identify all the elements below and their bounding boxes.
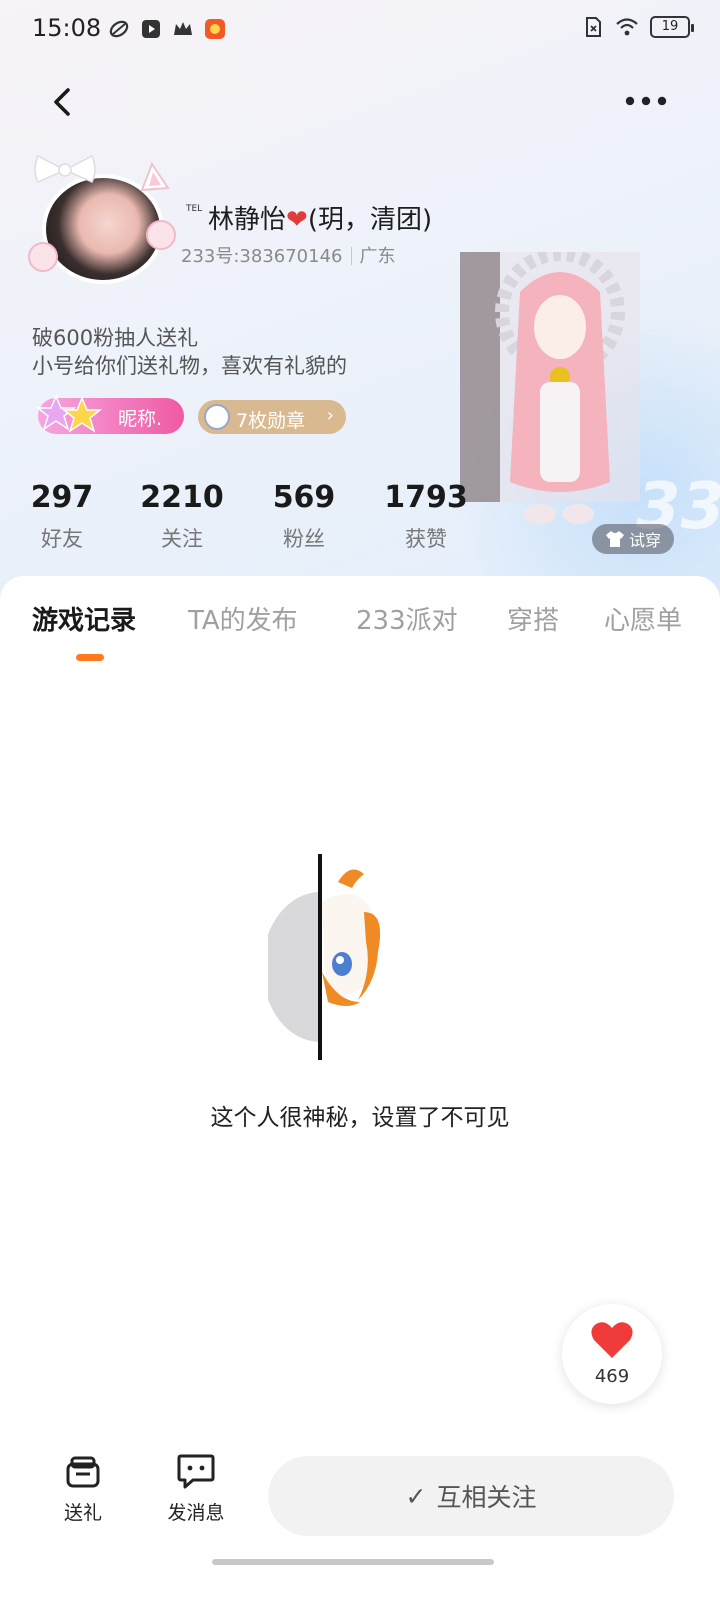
user-avatar[interactable] [28,150,178,290]
battery-icon: 19 [650,16,694,38]
gift-button[interactable]: 送礼 [52,1450,114,1525]
tab-outfits[interactable]: 穿搭 [507,600,559,637]
stat-label: 获赞 [405,527,447,551]
game-app-icon [205,19,225,39]
bio-line-1: 破600粉抽人送礼 [32,326,199,350]
peeking-character-illustration [268,854,381,1060]
stat-likes[interactable]: 1793 获赞 [376,480,476,553]
nickname-badge-label: 昵称. [118,408,163,430]
stat-friends[interactable]: 297 好友 [18,480,106,553]
medal-badge-label: 7枚勋章 [236,410,306,432]
status-notification-icons [108,18,226,40]
empty-state-message: 这个人很神秘，设置了不可见 [210,1105,510,1131]
stat-label: 关注 [161,527,203,551]
cat-ear-decoration-icon [140,161,170,192]
user-id[interactable]: 233号:383670146 [181,246,343,267]
tab-game-records[interactable]: 游戏记录 [32,600,136,637]
user-id-line: 233号:383670146 广东 [181,242,396,268]
try-on-button[interactable]: 试穿 [592,524,674,554]
more-options-icon[interactable] [622,88,670,114]
nickname-badge[interactable]: 昵称. [35,394,184,434]
id-divider [350,247,352,265]
crown-app-icon [174,22,192,35]
send-message-label: 发消息 [167,1502,225,1524]
stat-value: 569 [272,480,336,515]
stat-label: 粉丝 [283,527,325,551]
checkmark-icon: ✓ [405,1481,427,1511]
tel-badge: TEL [186,204,203,214]
medal-badge[interactable]: 7枚勋章 › [198,400,346,434]
stat-following[interactable]: 2210 关注 [134,480,230,553]
bottom-action-bar: 送礼 发消息 ✓ 互相关注 [0,1450,720,1570]
gift-label: 送礼 [63,1502,102,1524]
video-app-icon [142,20,160,38]
gift-icon [66,1456,100,1488]
profile-stats: 297 好友 2210 关注 569 粉丝 1793 获赞 [0,480,470,560]
send-message-button[interactable]: 发消息 [158,1450,234,1525]
stat-fans[interactable]: 569 粉丝 [258,480,350,553]
bow-decoration-icon [34,154,96,183]
like-count: 469 [594,1366,630,1387]
like-button[interactable]: 469 [562,1304,662,1404]
status-time: 15:08 [32,14,102,42]
nickname-main: 林静怡 [208,205,287,235]
star-badge-icon [35,394,103,433]
heart-icon: ❤ [286,205,308,235]
chevron-right-icon: › [326,405,334,426]
avatar-character-illustration[interactable] [460,252,640,532]
sim-card-icon [586,17,601,37]
stat-value: 1793 [384,480,468,515]
status-bar: 15:08 19 [0,0,720,58]
paw-decoration-icon [28,242,58,272]
tab-233-party[interactable]: 233派对 [356,600,458,637]
active-tab-indicator [76,654,104,661]
bio-line-2: 小号给你们送礼物，喜欢有礼貌的 [32,354,347,378]
status-system-icons: 19 [582,16,694,38]
medal-icon [204,404,230,430]
leaf-app-icon [109,20,129,38]
mutual-follow-button[interactable]: ✓ 互相关注 [268,1456,674,1536]
stat-value: 2210 [140,480,224,515]
stat-label: 好友 [41,527,83,551]
heart-icon [591,1322,633,1358]
paw-decoration-icon [146,220,176,250]
mutual-follow-label: 互相关注 [436,1483,537,1512]
try-on-label: 试穿 [628,531,661,550]
shirt-icon [605,531,624,547]
nickname-suffix: (玥，清团) [307,205,433,235]
wifi-icon [616,18,638,36]
profile-tabs: 游戏记录 TA的发布 233派对 穿搭 心愿单 [0,600,720,660]
tab-posts[interactable]: TA的发布 [188,600,298,637]
tab-wishlist[interactable]: 心愿单 [604,600,682,637]
back-arrow-icon[interactable] [44,82,84,122]
stat-value: 297 [30,480,94,515]
content-panel: 游戏记录 TA的发布 233派对 穿搭 心愿单 这个人很神秘，设置了不可见 46… [0,576,720,1600]
message-icon [177,1454,215,1489]
user-nickname: 林静怡❤(玥，清团) [208,199,432,236]
user-location: 广东 [359,246,396,267]
home-indicator[interactable] [212,1559,494,1565]
